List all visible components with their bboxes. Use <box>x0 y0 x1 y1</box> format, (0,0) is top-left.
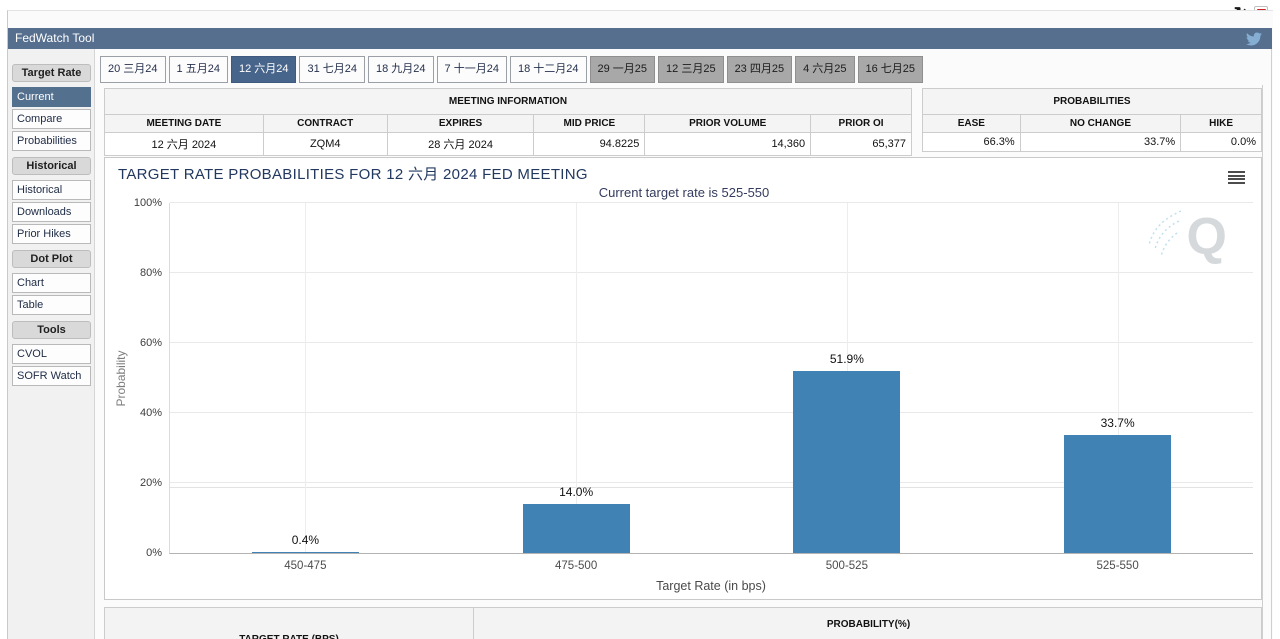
table-column-header: PRIOR VOLUME <box>645 115 811 133</box>
scrollbar-track[interactable] <box>1271 49 1272 639</box>
probabilities-title: PROBABILITIES <box>923 89 1262 115</box>
table-cell-value: 66.3% <box>923 133 1021 152</box>
date-tab[interactable]: 16 七月25 <box>858 56 924 83</box>
date-tabs: 20 三月241 五月2412 六月2431 七月2418 九月247 十一月2… <box>100 56 923 83</box>
fedwatch-header-bar: FedWatch Tool <box>8 28 1272 49</box>
date-tab[interactable]: 4 六月25 <box>795 56 854 83</box>
date-tab[interactable]: 18 九月24 <box>368 56 434 83</box>
date-tab[interactable]: 12 六月24 <box>231 56 297 83</box>
sidebar-section-header: Target Rate <box>12 64 91 82</box>
x-axis-category-label: 500-525 <box>777 560 917 572</box>
x-axis-category-label: 475-500 <box>506 560 646 572</box>
y-axis-tick-label: 80% <box>120 267 162 279</box>
date-tab[interactable]: 7 十一月24 <box>437 56 507 83</box>
sidebar-item-compare[interactable]: Compare <box>12 109 91 129</box>
twitter-icon[interactable] <box>1246 31 1262 47</box>
chart-menu-icon[interactable] <box>1228 171 1245 185</box>
table-column-header: MID PRICE <box>534 115 645 133</box>
bar-value-label: 14.0% <box>516 485 636 499</box>
bar-value-label: 51.9% <box>787 352 907 366</box>
bottom-probability-table: TARGET RATE (BPS) PROBABILITY(%) <box>104 607 1262 639</box>
table-column-header: EASE <box>923 115 1021 133</box>
meeting-info-title: MEETING INFORMATION <box>105 89 912 115</box>
x-axis-label: Target Rate (in bps) <box>169 579 1253 593</box>
chart-subtitle: Current target rate is 525-550 <box>105 185 1263 200</box>
date-tab[interactable]: 29 一月25 <box>590 56 656 83</box>
quikstrike-watermark: Q <box>1143 203 1233 273</box>
gridline-horizontal <box>170 412 1253 413</box>
table-column-header: NO CHANGE <box>1020 115 1180 133</box>
table-cell-value: 0.0% <box>1181 133 1262 152</box>
y-axis-tick-label: 20% <box>120 477 162 489</box>
plot-area: 0%20%40%60%80%100%0.4%450-47514.0%475-50… <box>169 203 1253 554</box>
y-axis-tick-label: 0% <box>120 547 162 559</box>
probability-bar-450-475[interactable] <box>252 552 359 553</box>
date-tab[interactable]: 1 五月24 <box>169 56 228 83</box>
probability-bar-475-500[interactable] <box>523 504 630 553</box>
probabilities-header-row: EASENO CHANGEHIKE <box>923 115 1262 133</box>
y-axis-tick-label: 40% <box>120 407 162 419</box>
sidebar-item-current[interactable]: Current <box>12 87 91 107</box>
sidebar-section-header: Tools <box>12 321 91 339</box>
sidebar-item-cvol[interactable]: CVOL <box>12 344 91 364</box>
date-tab[interactable]: 23 四月25 <box>727 56 793 83</box>
gridline-horizontal <box>170 202 1253 203</box>
date-tab[interactable]: 20 三月24 <box>100 56 166 83</box>
probabilities-table: PROBABILITIES EASENO CHANGEHIKE 66.3%33.… <box>922 88 1262 152</box>
app-title: FedWatch Tool <box>8 28 1272 49</box>
sidebar-item-probabilities[interactable]: Probabilities <box>12 131 91 151</box>
table-column-header: CONTRACT <box>263 115 387 133</box>
table-column-header: MEETING DATE <box>105 115 264 133</box>
y-axis-label: Probability <box>114 203 129 554</box>
gridline-vertical <box>305 203 306 553</box>
gridline-horizontal <box>170 342 1253 343</box>
sidebar-item-prior-hikes[interactable]: Prior Hikes <box>12 224 91 244</box>
bar-value-label: 33.7% <box>1058 416 1178 430</box>
sidebar-section-header: Historical <box>12 157 91 175</box>
table-column-header: EXPIRES <box>387 115 534 133</box>
x-axis-category-label: 525-550 <box>1048 560 1188 572</box>
sidebar-item-chart[interactable]: Chart <box>12 273 91 293</box>
table-cell-value: 94.8225 <box>534 133 645 156</box>
meeting-info-value-row: 12 六月 2024ZQM428 六月 202494.822514,36065,… <box>105 133 912 156</box>
y-axis-tick-label: 60% <box>120 337 162 349</box>
target-rate-column-header: TARGET RATE (BPS) <box>105 608 474 639</box>
sidebar-item-downloads[interactable]: Downloads <box>12 202 91 222</box>
table-column-header: PRIOR OI <box>811 115 912 133</box>
x-axis-category-label: 450-475 <box>235 560 375 572</box>
table-cell-value: 28 六月 2024 <box>387 133 534 156</box>
table-column-header: HIKE <box>1181 115 1262 133</box>
table-cell-value: 14,360 <box>645 133 811 156</box>
panel-divider-line <box>1262 85 1263 639</box>
meeting-info-table: MEETING INFORMATION MEETING DATECONTRACT… <box>104 88 912 156</box>
chart-title: TARGET RATE PROBABILITIES FOR 12 六月 2024… <box>118 163 588 184</box>
gridline-vertical <box>576 203 577 553</box>
probability-column-header: PROBABILITY(%) <box>474 608 1263 639</box>
table-cell-value: 65,377 <box>811 133 912 156</box>
sidebar-section-header: Dot Plot <box>12 250 91 268</box>
probabilities-value-row: 66.3%33.7%0.0% <box>923 133 1262 152</box>
table-cell-value: 12 六月 2024 <box>105 133 264 156</box>
date-tab[interactable]: 12 三月25 <box>658 56 724 83</box>
table-cell-value: ZQM4 <box>263 133 387 156</box>
watermark-letter: Q <box>1187 207 1227 267</box>
gridline-horizontal <box>170 272 1253 273</box>
y-axis-tick-label: 100% <box>120 197 162 209</box>
sidebar-item-historical[interactable]: Historical <box>12 180 91 200</box>
meeting-info-header-row: MEETING DATECONTRACTEXPIRESMID PRICEPRIO… <box>105 115 912 133</box>
probability-bar-500-525[interactable] <box>793 371 900 553</box>
table-cell-value: 33.7% <box>1020 133 1180 152</box>
bar-value-label: 0.4% <box>245 533 365 547</box>
chart-panel: TARGET RATE PROBABILITIES FOR 12 六月 2024… <box>104 157 1262 600</box>
date-tab[interactable]: 18 十二月24 <box>510 56 587 83</box>
sidebar-item-sofr-watch[interactable]: SOFR Watch <box>12 366 91 386</box>
sidebar: Target Rate CurrentCompareProbabilities Hi… <box>8 49 95 639</box>
probability-bar-525-550[interactable] <box>1064 435 1171 553</box>
date-tab[interactable]: 31 七月24 <box>299 56 365 83</box>
sidebar-item-table[interactable]: Table <box>12 295 91 315</box>
